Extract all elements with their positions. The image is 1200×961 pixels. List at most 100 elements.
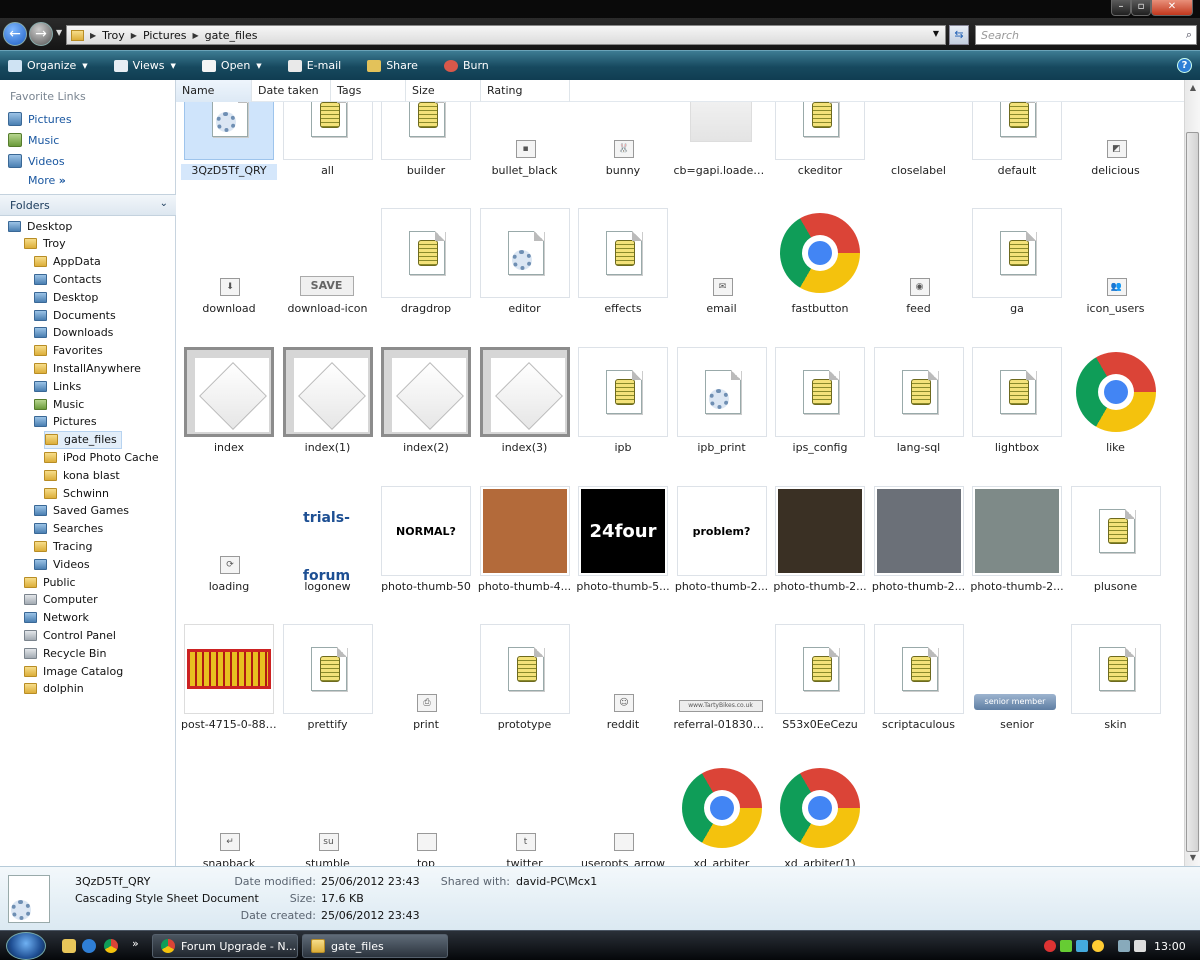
file-item[interactable]: scriptaculous xyxy=(871,596,967,734)
file-item[interactable]: effects xyxy=(575,180,671,318)
tree-item[interactable]: Recycle Bin xyxy=(24,644,106,662)
file-item[interactable]: post-4715-0-884... xyxy=(181,596,277,734)
tree-item[interactable]: Links xyxy=(34,377,81,395)
file-item[interactable]: index(3) xyxy=(477,319,573,457)
network-tray-icon[interactable] xyxy=(1076,940,1088,952)
file-item[interactable]: 24four photo-thumb-5... xyxy=(575,458,671,596)
scrollbar-thumb[interactable] xyxy=(1186,132,1199,852)
tree-item[interactable]: dolphin xyxy=(24,680,84,698)
file-item[interactable]: index(2) xyxy=(378,319,474,457)
file-item[interactable]: prettify xyxy=(280,596,376,734)
file-item[interactable]: like xyxy=(1068,319,1164,457)
column-date-taken[interactable]: Date taken xyxy=(252,80,331,102)
column-tags[interactable]: Tags xyxy=(331,80,406,102)
file-item[interactable]: builder xyxy=(378,102,474,180)
help-icon[interactable]: ? xyxy=(1177,58,1192,73)
file-item[interactable]: photo-thumb-2... xyxy=(772,458,868,596)
file-item[interactable]: index xyxy=(181,319,277,457)
file-item[interactable]: ips_config xyxy=(772,319,868,457)
file-item[interactable]: default xyxy=(969,102,1065,180)
file-item[interactable]: ⎙ print xyxy=(378,596,474,734)
more-link[interactable]: More » xyxy=(28,174,66,187)
share-button[interactable]: Share xyxy=(359,59,418,72)
file-item[interactable]: su stumble xyxy=(280,735,376,866)
tree-item[interactable]: iPod Photo Cache xyxy=(44,448,159,466)
file-item[interactable]: t twitter xyxy=(477,735,573,866)
tree-item[interactable]: Music xyxy=(34,395,84,413)
breadcrumb-gate-files[interactable]: gate_files xyxy=(205,29,258,42)
address-bar[interactable]: ▶ Troy ▶ Pictures ▶ gate_files ▼ xyxy=(66,25,946,45)
column-rating[interactable]: Rating xyxy=(481,80,570,102)
file-item[interactable]: index(1) xyxy=(280,319,376,457)
scroll-up-icon[interactable]: ▲ xyxy=(1185,80,1200,96)
breadcrumb-troy[interactable]: Troy xyxy=(102,29,125,42)
internet-explorer-icon[interactable] xyxy=(82,939,96,953)
address-dropdown-icon[interactable]: ▼ xyxy=(933,29,939,38)
file-item[interactable]: ga xyxy=(969,180,1065,318)
file-item[interactable]: CLOSE ✕ closelabel xyxy=(871,102,967,180)
file-item[interactable]: photo-thumb-2... xyxy=(969,458,1065,596)
tree-item[interactable]: kona blast xyxy=(44,466,120,484)
file-item[interactable]: www.TartyBikes.co.uk referral-0183009... xyxy=(674,596,770,734)
scroll-down-icon[interactable]: ▼ xyxy=(1185,850,1200,866)
search-input[interactable]: Search ⌕ xyxy=(975,25,1197,45)
file-item[interactable]: ◩ delicious xyxy=(1068,102,1164,180)
file-item[interactable]: skin xyxy=(1068,596,1164,734)
file-item[interactable]: ipb_print xyxy=(674,319,770,457)
start-button[interactable] xyxy=(6,932,46,960)
open-button[interactable]: Open ▼ xyxy=(194,59,262,72)
tree-item[interactable]: Tracing xyxy=(34,537,92,555)
tree-item[interactable]: Pictures xyxy=(34,413,97,431)
tree-item[interactable]: Control Panel xyxy=(24,626,116,644)
file-item[interactable]: ▪ bullet_black xyxy=(477,102,573,180)
column-size[interactable]: Size xyxy=(406,80,481,102)
file-item[interactable]: ckeditor xyxy=(772,102,868,180)
close-button[interactable]: ✕ xyxy=(1151,0,1193,16)
alert-icon[interactable] xyxy=(1044,940,1056,952)
breadcrumb-separator-icon[interactable]: ▶ xyxy=(90,31,96,40)
file-item[interactable]: trials-forum logonew xyxy=(280,458,376,596)
file-item[interactable]: 👥 icon_users xyxy=(1068,180,1164,318)
file-item[interactable]: prototype xyxy=(477,596,573,734)
vertical-scrollbar[interactable]: ▲ ▼ xyxy=(1184,80,1200,866)
file-item[interactable]: NORMAL? photo-thumb-50 xyxy=(378,458,474,596)
taskbar-button-chrome[interactable]: Forum Upgrade - N... xyxy=(152,934,298,958)
file-item[interactable]: all xyxy=(280,102,376,180)
file-item[interactable]: xd_arbiter(1) xyxy=(772,735,868,866)
file-item[interactable]: senior member senior xyxy=(969,596,1065,734)
file-item[interactable]: photo-thumb-4... xyxy=(477,458,573,596)
tree-item[interactable]: Downloads xyxy=(34,324,113,342)
file-item[interactable]: editor xyxy=(477,180,573,318)
back-arrow-icon[interactable]: ← xyxy=(3,22,27,46)
favorite-link-music[interactable]: Music xyxy=(8,131,59,149)
burn-button[interactable]: Burn xyxy=(436,59,489,72)
breadcrumb-separator-icon[interactable]: ▶ xyxy=(131,31,137,40)
refresh-icon[interactable]: ⇆ xyxy=(949,25,969,45)
volume-icon[interactable] xyxy=(1134,940,1146,952)
tree-item[interactable]: Favorites xyxy=(34,342,103,360)
file-item[interactable]: plusone xyxy=(1068,458,1164,596)
chrome-icon[interactable] xyxy=(104,939,118,953)
messenger-icon[interactable] xyxy=(1092,940,1104,952)
column-name[interactable]: Name xyxy=(176,80,252,102)
tree-item[interactable]: Image Catalog xyxy=(24,662,123,680)
tree-item[interactable]: Documents xyxy=(34,306,116,324)
tree-item[interactable]: Searches xyxy=(34,520,103,538)
file-item[interactable]: photo-thumb-2... xyxy=(871,458,967,596)
views-button[interactable]: Views ▼ xyxy=(106,59,176,72)
tree-item[interactable]: Desktop xyxy=(34,288,98,306)
nvidia-icon[interactable] xyxy=(1060,940,1072,952)
tree-item[interactable]: Computer xyxy=(24,591,98,609)
recent-pages-dropdown[interactable]: ▼ xyxy=(56,28,62,37)
file-item[interactable]: ◉ feed xyxy=(871,180,967,318)
favorite-link-pictures[interactable]: Pictures xyxy=(8,110,72,128)
tree-item[interactable]: AppData xyxy=(34,253,101,271)
file-item[interactable]: useropts_arrow xyxy=(575,735,671,866)
file-item[interactable]: ☺ reddit xyxy=(575,596,671,734)
file-item[interactable]: 3QzD5Tf_QRY xyxy=(181,102,277,180)
tree-item[interactable]: gate_files xyxy=(44,430,122,449)
folders-header[interactable]: Folders ⌄ xyxy=(0,194,176,216)
email-button[interactable]: E-mail xyxy=(280,59,341,72)
file-item[interactable]: ↵ snapback xyxy=(181,735,277,866)
tree-item[interactable]: Saved Games xyxy=(34,502,129,520)
